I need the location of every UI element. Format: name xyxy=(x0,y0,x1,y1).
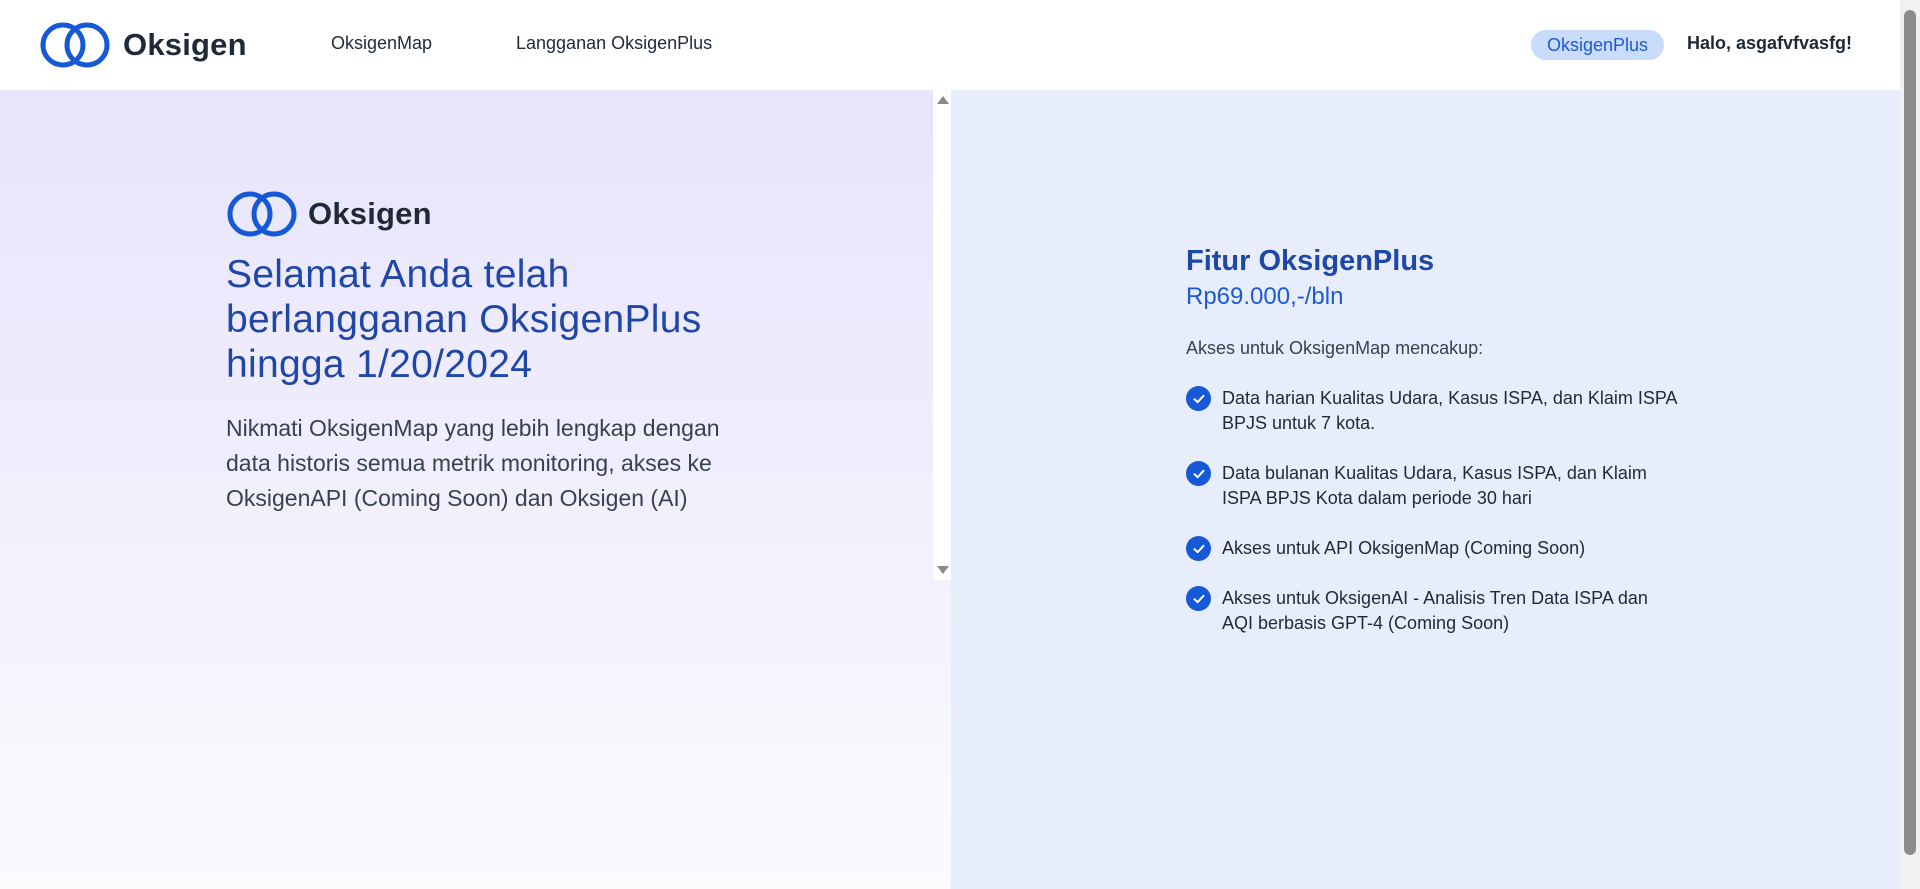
feature-item: Akses untuk API OksigenMap (Coming Soon) xyxy=(1186,536,1686,561)
scroll-down-arrow-icon[interactable] xyxy=(937,566,949,574)
oksigenplus-badge[interactable]: OksigenPlus xyxy=(1531,30,1665,60)
nav-oksigenmap[interactable]: OksigenMap xyxy=(331,33,432,54)
panel-brand-name: Oksigen xyxy=(308,196,432,231)
feature-item: Data harian Kualitas Udara, Kasus ISPA, … xyxy=(1186,386,1686,436)
page-scrollbar-thumb[interactable] xyxy=(1904,10,1916,855)
subscription-message: Oksigen Selamat Anda telah berlangganan … xyxy=(226,190,746,516)
page-scrollbar[interactable] xyxy=(1900,0,1920,889)
check-circle-icon xyxy=(1186,461,1211,486)
check-circle-icon xyxy=(1186,386,1211,411)
user-greeting[interactable]: Halo, asgafvfvasfg! xyxy=(1687,33,1852,54)
panel-brand: Oksigen xyxy=(226,190,746,238)
welcome-description: Nikmati OksigenMap yang lebih lengkap de… xyxy=(226,415,720,511)
price-label: Rp69.000,-/bln xyxy=(1186,283,1344,310)
feature-text: Data harian Kualitas Udara, Kasus ISPA, … xyxy=(1222,388,1677,433)
welcome-title: Selamat Anda telah berlangganan OksigenP… xyxy=(226,253,702,386)
subscription-success-panel: Oksigen Selamat Anda telah berlangganan … xyxy=(0,90,951,889)
nav-langganan-oksigenplus[interactable]: Langganan OksigenPlus xyxy=(516,33,712,54)
features-title: Fitur OksigenPlus xyxy=(1186,245,1435,277)
oksigen-logo-icon xyxy=(40,22,110,68)
brand-logo-link[interactable]: Oksigen xyxy=(39,21,247,69)
features-list: Data harian Kualitas Udara, Kasus ISPA, … xyxy=(1186,386,1686,636)
features-intro: Akses untuk OksigenMap mencakup: xyxy=(1186,338,1484,358)
features-content: Fitur OksigenPlus Rp69.000,-/bln Akses u… xyxy=(1186,244,1686,661)
brand-name: Oksigen xyxy=(123,27,247,62)
feature-text: Akses untuk API OksigenMap (Coming Soon) xyxy=(1222,538,1586,558)
top-navbar: Oksigen OksigenMap Langganan OksigenPlus… xyxy=(0,0,1900,90)
features-panel: Fitur OksigenPlus Rp69.000,-/bln Akses u… xyxy=(951,90,1900,889)
feature-text: Akses untuk OksigenAI - Analisis Tren Da… xyxy=(1222,588,1648,633)
feature-text: Data bulanan Kualitas Udara, Kasus ISPA,… xyxy=(1222,463,1647,508)
panel-scrollbar[interactable] xyxy=(933,90,951,580)
check-circle-icon xyxy=(1186,536,1211,561)
scroll-up-arrow-icon[interactable] xyxy=(937,96,949,104)
feature-item: Data bulanan Kualitas Udara, Kasus ISPA,… xyxy=(1186,461,1686,511)
feature-item: Akses untuk OksigenAI - Analisis Tren Da… xyxy=(1186,586,1686,636)
oksigen-logo-icon xyxy=(227,191,297,237)
check-circle-icon xyxy=(1186,586,1211,611)
